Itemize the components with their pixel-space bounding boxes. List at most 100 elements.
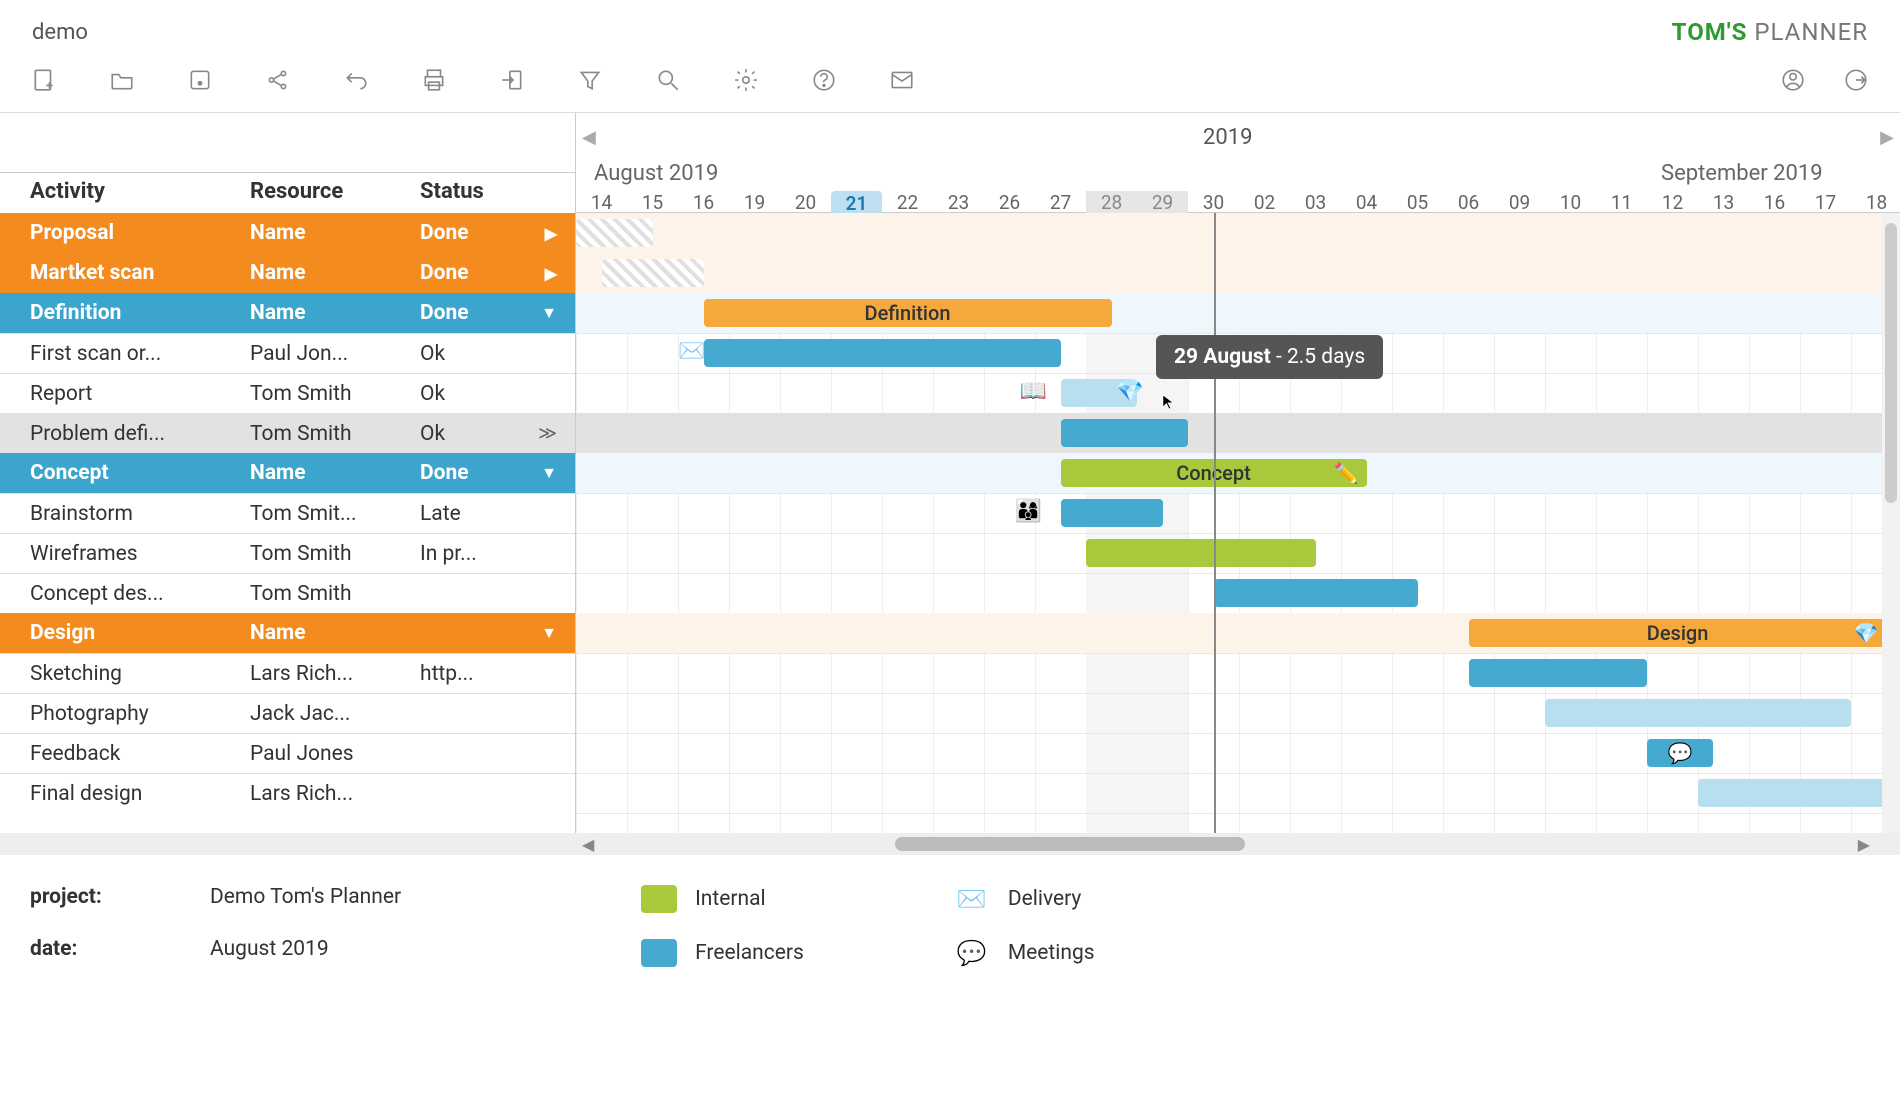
day-cell[interactable]: 16 xyxy=(1749,191,1800,214)
cell-activity: Problem defi... xyxy=(0,422,220,446)
col-status[interactable]: Status xyxy=(390,173,560,205)
day-cell[interactable]: 19 xyxy=(729,191,780,214)
scroll-thumb[interactable] xyxy=(895,837,1245,851)
day-cell[interactable]: 18 xyxy=(1851,191,1900,214)
task-row[interactable]: First scan or...Paul Jon...Ok xyxy=(0,333,575,373)
gantt-bar[interactable] xyxy=(602,259,704,287)
gem-icon: 💎 xyxy=(1117,379,1144,404)
vertical-scrollbar[interactable] xyxy=(1882,213,1900,833)
day-cell[interactable]: 23 xyxy=(933,191,984,214)
cell-resource: Lars Rich... xyxy=(220,662,390,686)
day-cell[interactable]: 26 xyxy=(984,191,1035,214)
undo-icon[interactable] xyxy=(342,66,370,94)
day-cell[interactable]: 22 xyxy=(882,191,933,214)
day-cell[interactable]: 02 xyxy=(1239,191,1290,214)
timeline-prev-icon[interactable]: ◀ xyxy=(582,127,596,148)
day-cell[interactable]: 28 xyxy=(1086,191,1137,214)
task-row[interactable]: Problem defi...Tom SmithOk≫ xyxy=(0,413,575,453)
gantt-bar[interactable]: Design💎 xyxy=(1469,619,1887,647)
scroll-left-icon[interactable]: ◀ xyxy=(582,835,594,854)
task-row[interactable]: BrainstormTom Smit...Late xyxy=(0,493,575,533)
month-label: September 2019 xyxy=(1661,161,1823,186)
day-cell[interactable]: 03 xyxy=(1290,191,1341,214)
day-cell[interactable]: 05 xyxy=(1392,191,1443,214)
gantt-bar[interactable] xyxy=(1545,699,1851,727)
vertical-scroll-thumb[interactable] xyxy=(1885,223,1897,503)
day-cell[interactable]: 20 xyxy=(780,191,831,214)
caret-icon[interactable]: ▼ xyxy=(541,303,557,323)
group-row[interactable]: ProposalNameDone▶ xyxy=(0,213,575,253)
day-cell[interactable]: 11 xyxy=(1596,191,1647,214)
gantt-bar[interactable] xyxy=(1061,499,1163,527)
month-label: August 2019 xyxy=(594,161,718,186)
save-icon[interactable] xyxy=(186,66,214,94)
cell-resource: Paul Jones xyxy=(220,742,390,766)
cell-activity: Feedback xyxy=(0,742,220,766)
col-resource[interactable]: Resource xyxy=(220,173,390,205)
day-cell[interactable]: 10 xyxy=(1545,191,1596,214)
cell-status: Done xyxy=(390,221,530,245)
day-cell[interactable]: 15 xyxy=(627,191,678,214)
day-cell[interactable]: 09 xyxy=(1494,191,1545,214)
task-row[interactable]: WireframesTom SmithIn pr... xyxy=(0,533,575,573)
gantt-bar[interactable] xyxy=(1698,779,1900,807)
gantt-chart[interactable]: 29 August - 2.5 days DefinitionConcept✏️… xyxy=(576,213,1900,833)
user-icon[interactable] xyxy=(1779,66,1807,94)
gantt-bar[interactable] xyxy=(1469,659,1648,687)
mail-icon[interactable] xyxy=(888,66,916,94)
print-icon[interactable] xyxy=(420,66,448,94)
logout-icon[interactable] xyxy=(1842,66,1870,94)
col-activity[interactable]: Activity xyxy=(0,173,220,205)
day-cell[interactable]: 17 xyxy=(1800,191,1851,214)
day-cell[interactable]: 16 xyxy=(678,191,729,214)
day-cell[interactable]: 13 xyxy=(1698,191,1749,214)
cell-resource: Name xyxy=(220,261,390,285)
scroll-right-icon[interactable]: ▶ xyxy=(1858,835,1870,854)
caret-icon[interactable]: ▶ xyxy=(545,264,557,283)
cursor-icon xyxy=(1161,393,1179,411)
new-file-icon[interactable] xyxy=(30,66,58,94)
group-row[interactable]: Martket scanNameDone▶ xyxy=(0,253,575,293)
task-row[interactable]: FeedbackPaul Jones xyxy=(0,733,575,773)
day-cell[interactable]: 04 xyxy=(1341,191,1392,214)
task-row[interactable]: Concept des...Tom Smith xyxy=(0,573,575,613)
expand-arrows-icon[interactable]: ≫ xyxy=(538,423,557,444)
gantt-bar[interactable] xyxy=(704,339,1061,367)
year-label: 2019 xyxy=(1203,125,1252,150)
share-icon[interactable] xyxy=(264,66,292,94)
group-row[interactable]: DefinitionNameDone▼ xyxy=(0,293,575,333)
gantt-bar[interactable]: 💬 xyxy=(1647,739,1713,767)
gear-icon[interactable] xyxy=(732,66,760,94)
day-cell[interactable]: 06 xyxy=(1443,191,1494,214)
task-row[interactable]: PhotographyJack Jac... xyxy=(0,693,575,733)
task-row[interactable]: ReportTom SmithOk xyxy=(0,373,575,413)
horizontal-scrollbar[interactable]: ◀ ▶ xyxy=(0,833,1900,855)
task-row[interactable]: SketchingLars Rich...http... xyxy=(0,653,575,693)
day-cell[interactable]: 30 xyxy=(1188,191,1239,214)
task-row[interactable]: Final designLars Rich... xyxy=(0,773,575,813)
import-icon[interactable] xyxy=(498,66,526,94)
gantt-bar[interactable] xyxy=(1061,419,1189,447)
caret-icon[interactable]: ▶ xyxy=(545,224,557,243)
folder-icon[interactable] xyxy=(108,66,136,94)
cell-resource: Tom Smith xyxy=(220,582,390,606)
timeline-next-icon[interactable]: ▶ xyxy=(1880,127,1894,148)
search-icon[interactable] xyxy=(654,66,682,94)
cell-status: Done xyxy=(390,261,530,285)
day-cell[interactable]: 29 xyxy=(1137,191,1188,214)
day-cell[interactable]: 14 xyxy=(576,191,627,214)
caret-icon[interactable]: ▼ xyxy=(541,623,557,643)
gantt-bar[interactable] xyxy=(576,219,653,247)
cell-status: Done xyxy=(390,461,530,485)
gantt-bar[interactable] xyxy=(1214,579,1418,607)
filter-icon[interactable] xyxy=(576,66,604,94)
group-row[interactable]: DesignName▼ xyxy=(0,613,575,653)
help-icon[interactable] xyxy=(810,66,838,94)
cell-resource: Paul Jon... xyxy=(220,342,390,366)
group-row[interactable]: ConceptNameDone▼ xyxy=(0,453,575,493)
day-cell[interactable]: 12 xyxy=(1647,191,1698,214)
gantt-bar[interactable]: Definition xyxy=(704,299,1112,327)
day-cell[interactable]: 27 xyxy=(1035,191,1086,214)
gantt-bar[interactable] xyxy=(1086,539,1316,567)
caret-icon[interactable]: ▼ xyxy=(541,463,557,483)
